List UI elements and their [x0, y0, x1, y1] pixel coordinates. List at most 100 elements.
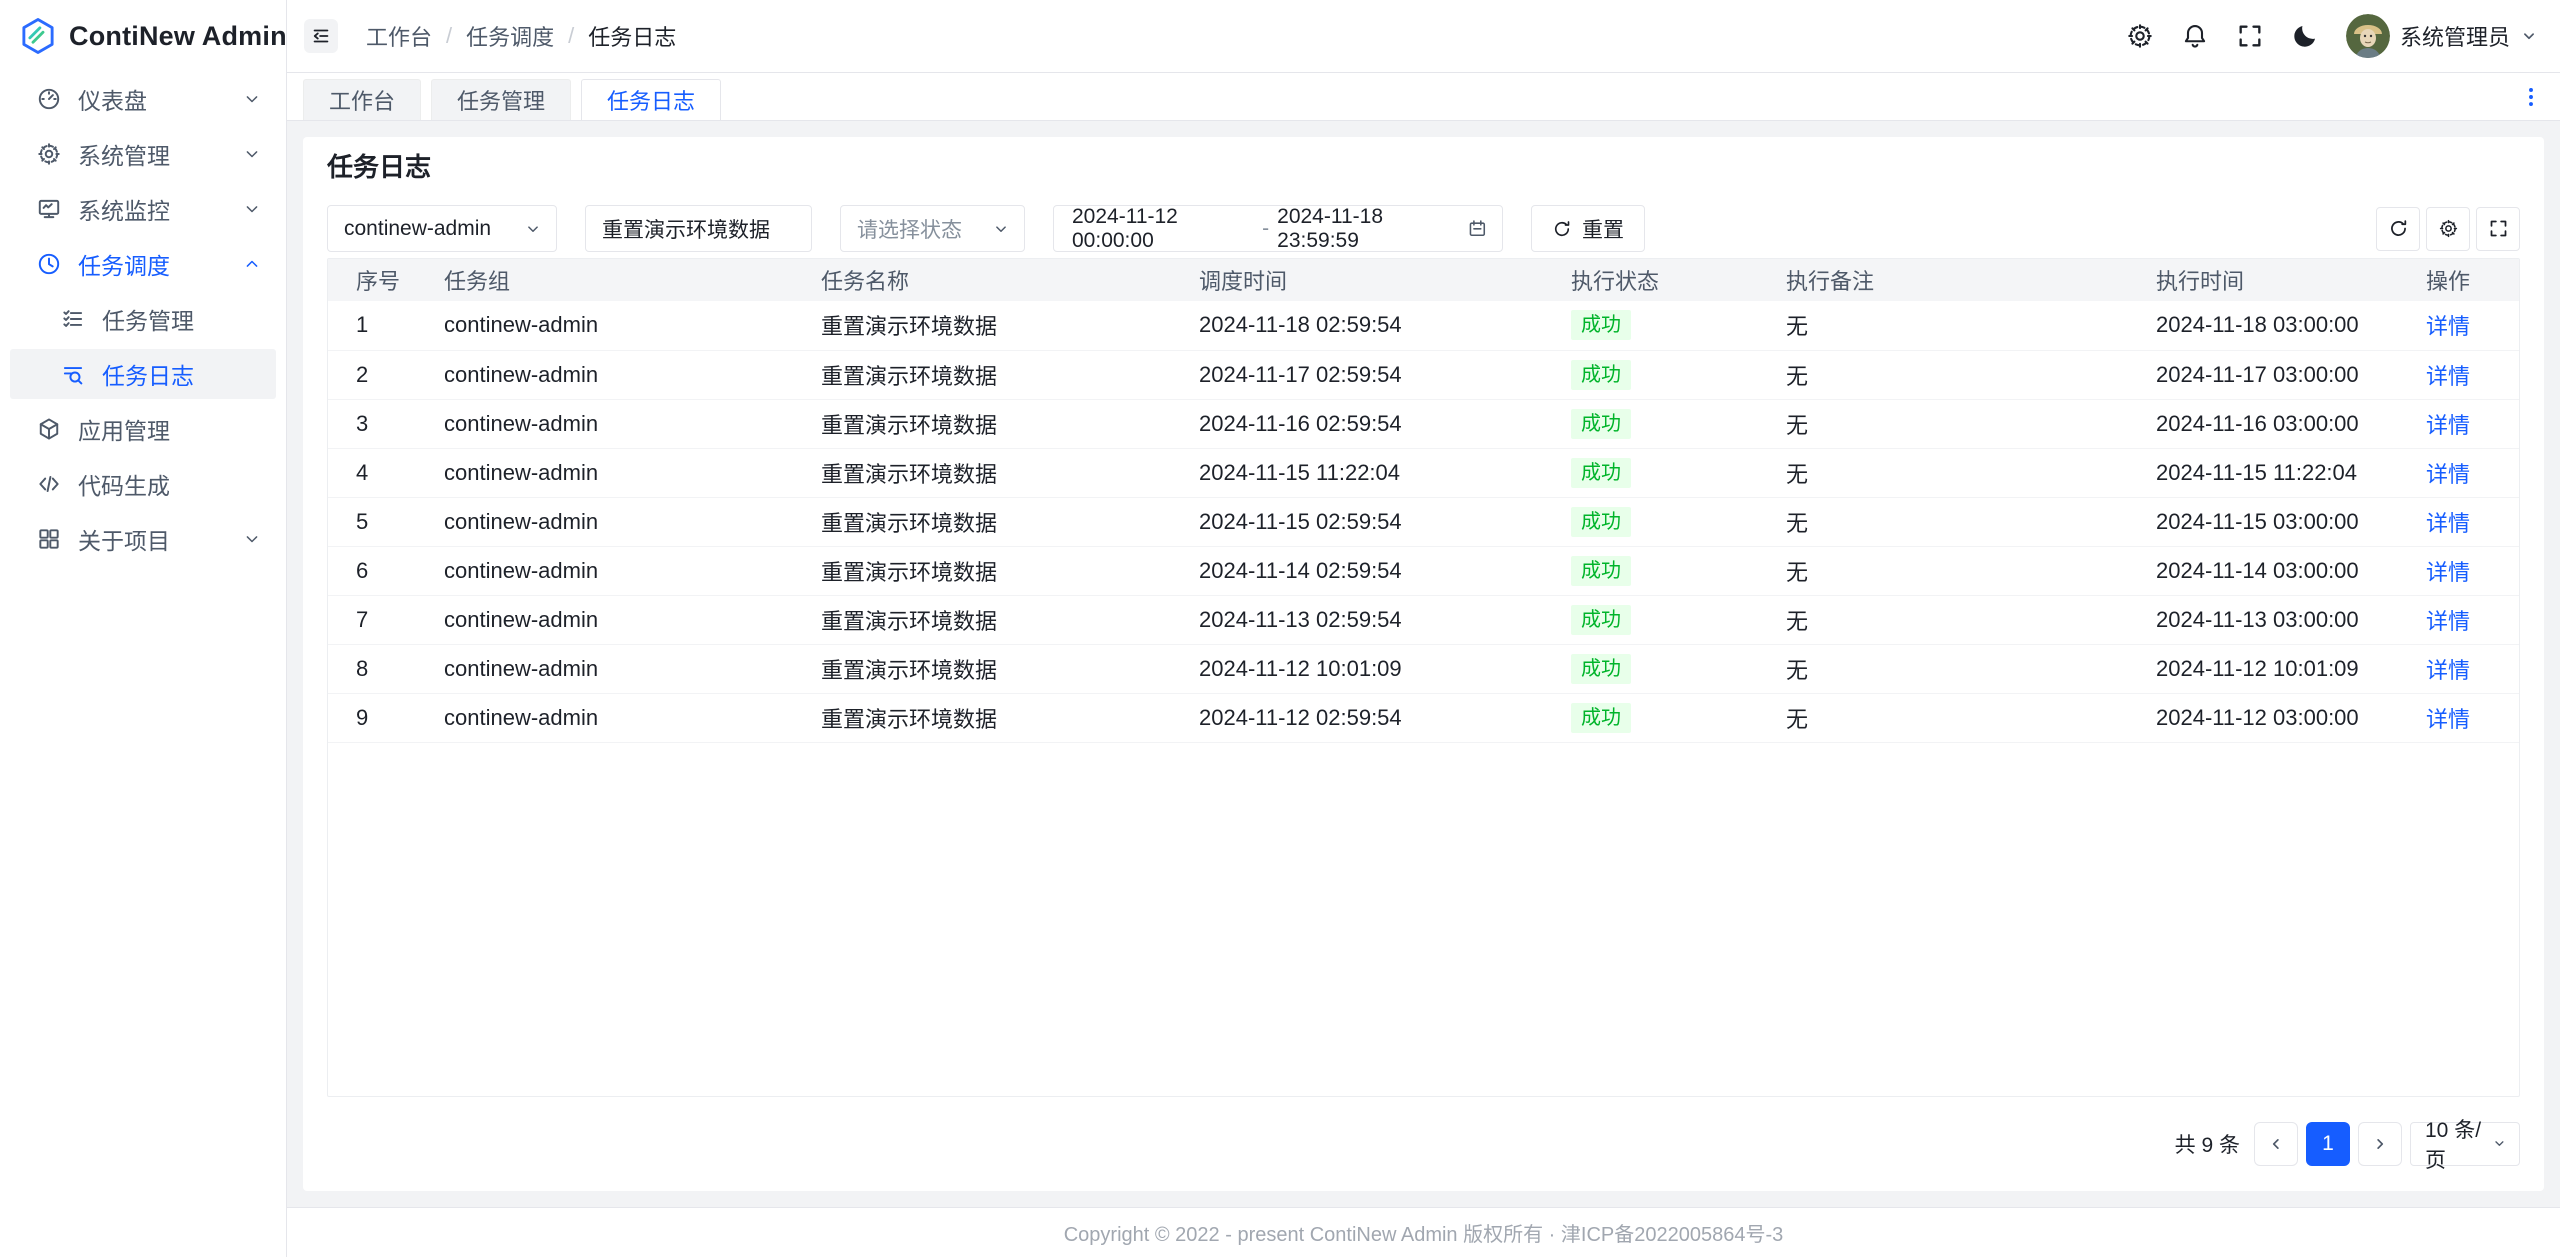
cube-icon: [36, 416, 62, 442]
table-row: 6continew-admin重置演示环境数据2024-11-14 02:59:…: [328, 546, 2519, 595]
task-group-select[interactable]: continew-admin: [327, 205, 557, 252]
next-page-button[interactable]: [2358, 1122, 2402, 1166]
status-badge: 成功: [1571, 556, 1631, 586]
cell-actions: 详情: [2410, 595, 2519, 644]
detail-link[interactable]: 详情: [2426, 707, 2470, 732]
breadcrumb-item[interactable]: 任务调度: [466, 20, 554, 52]
cell-remark: 无: [1770, 644, 2140, 693]
cell-status: 成功: [1555, 644, 1770, 693]
cell-name: 重置演示环境数据: [805, 693, 1183, 742]
cell-exec-time: 2024-11-15 11:22:04: [2140, 448, 2410, 497]
sidebar-item-schedule[interactable]: 任务调度: [10, 239, 276, 289]
detail-link[interactable]: 详情: [2426, 511, 2470, 536]
task-name-value: 重置演示环境数据: [602, 214, 770, 244]
detail-link[interactable]: 详情: [2426, 462, 2470, 487]
page-number-button[interactable]: 1: [2306, 1122, 2350, 1166]
detail-link[interactable]: 详情: [2426, 658, 2470, 683]
breadcrumb-item[interactable]: 工作台: [366, 20, 432, 52]
sidebar-item-label: 任务调度: [78, 247, 242, 281]
chevron-down-icon: [242, 144, 262, 164]
column-settings-button[interactable]: [2426, 207, 2470, 251]
sidebar-item-about[interactable]: 关于项目: [10, 514, 276, 564]
tab-workbench[interactable]: 工作台: [303, 79, 421, 120]
status-badge: 成功: [1571, 654, 1631, 684]
task-name-input[interactable]: 重置演示环境数据: [585, 205, 812, 252]
sidebar-item-task-log[interactable]: 任务日志: [10, 349, 276, 399]
status-badge: 成功: [1571, 310, 1631, 340]
sidebar-item-system-mgmt[interactable]: 系统管理: [10, 129, 276, 179]
breadcrumb: 工作台 / 任务调度 / 任务日志: [366, 20, 676, 52]
page-size-select[interactable]: 10 条/页: [2410, 1122, 2520, 1166]
page-root: ContiNew Admin 仪表盘系统管理系统监控任务调度任务管理任务日志应用…: [0, 0, 2560, 1257]
task-log-card: 任务日志 continew-admin 重置演示环境数据 请选择状态: [303, 137, 2544, 1191]
user-menu[interactable]: 系统管理员: [2346, 14, 2538, 58]
cell-remark: 无: [1770, 595, 2140, 644]
cell-actions: 详情: [2410, 301, 2519, 350]
sidebar-item-app-mgmt[interactable]: 应用管理: [10, 404, 276, 454]
cell-schedule-time: 2024-11-15 11:22:04: [1183, 448, 1555, 497]
chevron-up-icon: [242, 254, 262, 274]
tab-task-log[interactable]: 任务日志: [581, 79, 721, 120]
chevron-down-icon: [2492, 1136, 2507, 1153]
cell-exec-time: 2024-11-12 03:00:00: [2140, 693, 2410, 742]
cell-status: 成功: [1555, 301, 1770, 350]
pagination-total: 共 9 条: [2175, 1129, 2240, 1159]
tab-label: 任务日志: [607, 84, 695, 116]
user-name: 系统管理员: [2400, 20, 2510, 52]
prev-page-button[interactable]: [2254, 1122, 2298, 1166]
col-header-exec-time: 执行时间: [2140, 259, 2410, 301]
app-title: ContiNew Admin: [69, 21, 287, 52]
col-header-status: 执行状态: [1555, 259, 1770, 301]
sidebar-item-task-mgmt[interactable]: 任务管理: [10, 294, 276, 344]
chevron-down-icon: [242, 199, 262, 219]
cell-actions: 详情: [2410, 644, 2519, 693]
table-row: 4continew-admin重置演示环境数据2024-11-15 11:22:…: [328, 448, 2519, 497]
cell-exec-time: 2024-11-12 10:01:09: [2140, 644, 2410, 693]
fullscreen-icon[interactable]: [2236, 22, 2264, 50]
table-row: 5continew-admin重置演示环境数据2024-11-15 02:59:…: [328, 497, 2519, 546]
cell-group: continew-admin: [428, 497, 805, 546]
table-row: 1continew-admin重置演示环境数据2024-11-18 02:59:…: [328, 301, 2519, 350]
topbar-actions: 系统管理员: [2126, 14, 2538, 58]
tab-more-icon[interactable]: [2518, 84, 2544, 110]
sidebar-collapse-button[interactable]: [304, 19, 338, 53]
cell-group: continew-admin: [428, 399, 805, 448]
sidebar-item-label: 任务日志: [102, 357, 262, 391]
cell-index: 9: [328, 693, 428, 742]
refresh-table-button[interactable]: [2376, 207, 2420, 251]
reset-button[interactable]: 重置: [1531, 205, 1645, 252]
detail-link[interactable]: 详情: [2426, 314, 2470, 339]
date-range-picker[interactable]: 2024-11-12 00:00:00 - 2024-11-18 23:59:5…: [1053, 205, 1503, 252]
sidebar-item-system-mon[interactable]: 系统监控: [10, 184, 276, 234]
col-header-index: 序号: [328, 259, 428, 301]
sidebar-item-codegen[interactable]: 代码生成: [10, 459, 276, 509]
avatar[interactable]: [2346, 14, 2390, 58]
date-start-value: 2024-11-12 00:00:00: [1072, 205, 1254, 253]
settings-icon[interactable]: [2126, 22, 2154, 50]
status-select[interactable]: 请选择状态: [840, 205, 1025, 252]
cell-schedule-time: 2024-11-14 02:59:54: [1183, 546, 1555, 595]
detail-link[interactable]: 详情: [2426, 413, 2470, 438]
sidebar-item-label: 关于项目: [78, 522, 242, 556]
table-row: 9continew-admin重置演示环境数据2024-11-12 02:59:…: [328, 693, 2519, 742]
sidebar-menu: 仪表盘系统管理系统监控任务调度任务管理任务日志应用管理代码生成关于项目: [0, 72, 286, 564]
detail-link[interactable]: 详情: [2426, 364, 2470, 389]
tab-task-mgmt[interactable]: 任务管理: [431, 79, 571, 120]
clock-icon: [36, 251, 62, 277]
col-header-group: 任务组: [428, 259, 805, 301]
cell-name: 重置演示环境数据: [805, 399, 1183, 448]
detail-link[interactable]: 详情: [2426, 560, 2470, 585]
dark-mode-moon-icon[interactable]: [2291, 22, 2319, 50]
cell-exec-time: 2024-11-16 03:00:00: [2140, 399, 2410, 448]
cell-remark: 无: [1770, 546, 2140, 595]
cell-exec-time: 2024-11-13 03:00:00: [2140, 595, 2410, 644]
topbar: 工作台 / 任务调度 / 任务日志: [287, 0, 2560, 73]
cell-schedule-time: 2024-11-12 02:59:54: [1183, 693, 1555, 742]
notification-bell-icon[interactable]: [2181, 22, 2209, 50]
chevron-down-icon: [524, 220, 542, 238]
fullscreen-table-button[interactable]: [2476, 207, 2520, 251]
cell-index: 5: [328, 497, 428, 546]
sidebar-item-dashboard[interactable]: 仪表盘: [10, 74, 276, 124]
detail-link[interactable]: 详情: [2426, 609, 2470, 634]
table-row: 3continew-admin重置演示环境数据2024-11-16 02:59:…: [328, 399, 2519, 448]
